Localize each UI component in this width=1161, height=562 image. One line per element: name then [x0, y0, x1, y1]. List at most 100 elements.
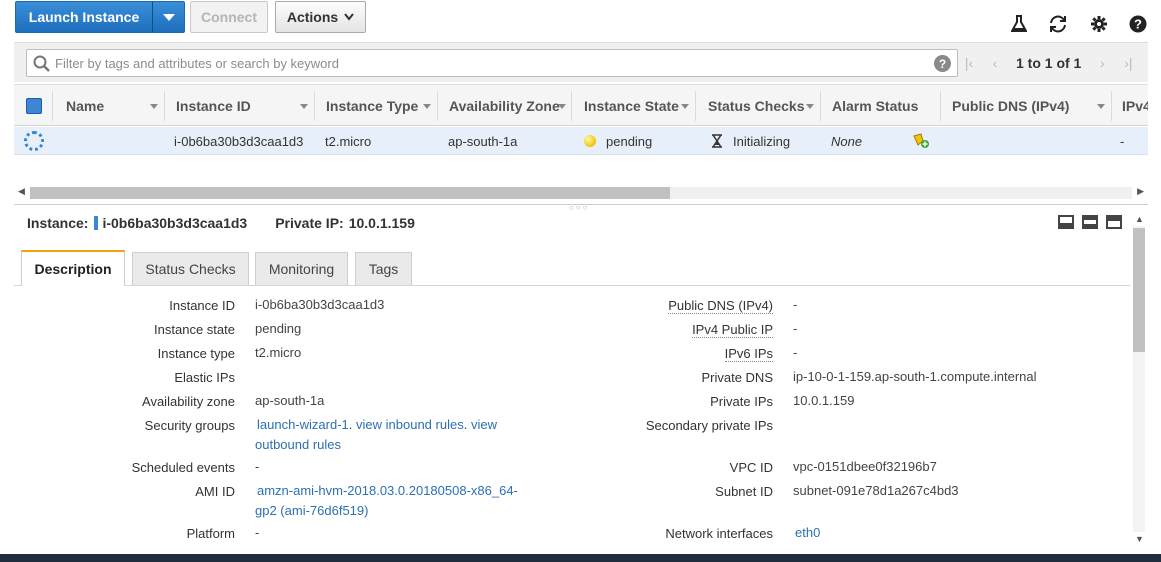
instance-state-text: pending — [606, 133, 653, 149]
column-header-ipv4[interactable]: IPv4 — [1122, 85, 1148, 127]
scroll-up-icon[interactable]: ▲ — [1135, 214, 1144, 224]
pending-state-icon — [584, 135, 596, 147]
column-header-public-dns[interactable]: Public DNS (IPv4) — [952, 85, 1069, 127]
layout-bottom-icon[interactable] — [1058, 215, 1074, 229]
refresh-icon[interactable] — [1048, 14, 1068, 34]
column-header-availability-zone[interactable]: Availability Zone — [449, 85, 560, 127]
label-ipv4-public-ip: IPv4 Public IP — [560, 322, 773, 338]
label-platform: Platform — [186, 526, 235, 541]
create-alarm-icon[interactable] — [912, 127, 930, 155]
last-page-icon[interactable]: ›| — [1115, 55, 1141, 71]
prev-page-icon[interactable]: ‹ — [982, 55, 1008, 71]
launch-dropdown-caret[interactable] — [153, 2, 184, 32]
next-page-icon[interactable]: › — [1089, 55, 1115, 71]
search-input[interactable]: Filter by tags and attributes or search … — [26, 49, 958, 77]
actions-button[interactable]: Actions — [275, 1, 366, 33]
value-platform: - — [255, 525, 260, 540]
sort-caret-icon[interactable] — [300, 104, 308, 109]
label-instance-type: Instance type — [157, 346, 235, 361]
column-header-instance-type[interactable]: Instance Type — [326, 85, 418, 127]
label-instance-id: Instance ID — [169, 298, 235, 313]
launch-instance-label[interactable]: Launch Instance — [16, 2, 153, 32]
bottom-status-bar — [0, 554, 1161, 562]
chevron-down-icon — [344, 13, 354, 21]
pane-splitter[interactable]: ○○○ — [14, 203, 1148, 212]
security-group-link[interactable]: launch-wizard-1 — [257, 417, 349, 432]
value-private-dns: ip-10-0-1-159.ap-south-1.compute.interna… — [793, 369, 1037, 384]
value-instance-id: i-0b6ba30b3d3caa1d3 — [255, 297, 385, 312]
first-page-icon[interactable]: |‹ — [956, 55, 982, 71]
private-ip-label: Private IP: — [275, 215, 344, 231]
label-ipv4-public-ip-text: IPv4 Public IP — [692, 322, 773, 338]
security-groups-line1: launch-wizard-1. view inbound rules. vie… — [257, 417, 497, 432]
search-help-icon[interactable]: ? — [934, 55, 951, 72]
instance-label: Instance: — [27, 215, 89, 231]
cell-status-checks: Initializing — [711, 127, 790, 155]
column-header-instance-id[interactable]: Instance ID — [176, 85, 251, 127]
help-icon[interactable]: ? — [1128, 14, 1148, 34]
toolbar: Launch Instance Connect Actions ? — [0, 0, 1161, 40]
label-ipv6-ips-text: IPv6 IPs — [724, 346, 773, 362]
value-ipv6-ips: - — [793, 345, 798, 360]
value-ipv4-public-ip: - — [793, 321, 798, 336]
search-placeholder: Filter by tags and attributes or search … — [55, 56, 339, 71]
pagination: |‹ ‹ 1 to 1 of 1 › ›| — [956, 43, 1141, 83]
ami-id-link-line2[interactable]: gp2 (ami-76d6f519) — [255, 503, 368, 518]
sort-caret-icon[interactable] — [806, 104, 814, 109]
vertical-scrollbar[interactable]: ▲ ▼ — [1131, 212, 1147, 546]
connect-button[interactable]: Connect — [190, 1, 268, 33]
view-outbound-rules-link-part1[interactable]: view — [471, 417, 497, 432]
label-private-dns: Private DNS — [701, 370, 773, 385]
table-row[interactable]: i-0b6ba30b3d3caa1d3 t2.micro ap-south-1a… — [14, 127, 1148, 155]
horizontal-scrollbar[interactable]: ◀ ▶ — [14, 186, 1148, 200]
label-private-ips: Private IPs — [710, 394, 773, 409]
scroll-down-icon[interactable]: ▼ — [1135, 534, 1144, 544]
tab-status-checks[interactable]: Status Checks — [132, 252, 249, 285]
layout-split-icon[interactable] — [1082, 215, 1098, 229]
tab-tags[interactable]: Tags — [355, 252, 412, 285]
sort-caret-icon[interactable] — [681, 104, 689, 109]
column-header-name[interactable]: Name — [66, 85, 104, 127]
value-public-dns: - — [793, 297, 798, 312]
column-header-status-checks[interactable]: Status Checks — [708, 85, 804, 127]
search-icon — [33, 55, 50, 72]
scroll-thumb[interactable] — [30, 187, 670, 199]
loading-spinner-icon — [24, 131, 44, 151]
label-public-dns-text: Public DNS (IPv4) — [668, 298, 773, 314]
view-outbound-rules-link[interactable]: outbound rules — [255, 437, 341, 452]
label-scheduled-events: Scheduled events — [131, 460, 235, 475]
network-interface-link[interactable]: eth0 — [795, 525, 820, 540]
instance-color-marker — [94, 216, 99, 230]
instance-id-heading: i-0b6ba30b3d3caa1d3 — [102, 215, 248, 231]
chevron-down-icon — [162, 13, 175, 21]
value-instance-state: pending — [255, 321, 302, 336]
label-secondary-private-ips: Secondary private IPs — [645, 418, 773, 433]
drag-handle-icon[interactable]: ○○○ — [569, 203, 590, 212]
select-all-checkbox[interactable] — [26, 98, 42, 114]
flask-icon[interactable] — [1009, 14, 1029, 34]
scroll-thumb[interactable] — [1133, 228, 1145, 352]
view-inbound-rules-link[interactable]: view inbound rules — [356, 417, 464, 432]
tab-description[interactable]: Description — [21, 250, 125, 286]
label-elastic-ips: Elastic IPs — [174, 370, 235, 385]
label-ipv6-ips: IPv6 IPs — [560, 346, 773, 362]
sort-caret-icon[interactable] — [558, 104, 566, 109]
value-availability-zone: ap-south-1a — [255, 393, 325, 408]
gear-icon[interactable] — [1089, 14, 1109, 34]
sort-caret-icon[interactable] — [1097, 104, 1105, 109]
sort-caret-icon[interactable] — [150, 104, 158, 109]
scroll-left-icon[interactable]: ◀ — [18, 186, 25, 197]
value-private-ips: 10.0.1.159 — [793, 393, 855, 408]
sort-caret-icon[interactable] — [423, 104, 431, 109]
launch-instance-button[interactable]: Launch Instance — [15, 1, 185, 33]
column-header-instance-state[interactable]: Instance State — [584, 85, 679, 127]
actions-label: Actions — [286, 9, 339, 25]
svg-text:?: ? — [1134, 17, 1142, 32]
tab-monitoring[interactable]: Monitoring — [255, 252, 348, 285]
instance-summary: Instance: i-0b6ba30b3d3caa1d3 Private IP… — [27, 214, 415, 232]
scroll-right-icon[interactable]: ▶ — [1137, 186, 1144, 197]
ami-id-link[interactable]: amzn-ami-hvm-2018.03.0.20180508-x86_64- — [257, 483, 518, 498]
layout-top-icon[interactable] — [1106, 215, 1122, 229]
label-availability-zone: Availability zone — [142, 394, 235, 409]
column-header-alarm-status[interactable]: Alarm Status — [832, 85, 918, 127]
